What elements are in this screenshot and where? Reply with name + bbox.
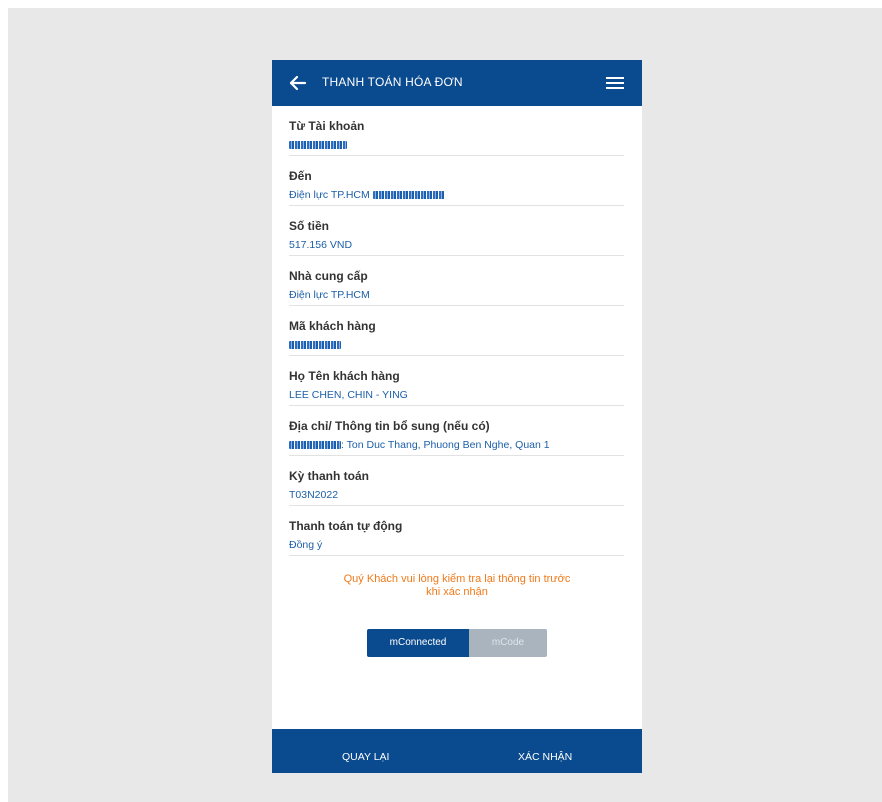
field-label: Đến [289, 169, 312, 183]
page-title: THANH TOÁN HÓA ĐƠN [322, 75, 463, 89]
mconnected-option[interactable]: mConnected [367, 629, 469, 657]
field-value [289, 339, 341, 351]
field-value: T03N2022 [289, 489, 339, 501]
masked-account-number [289, 141, 347, 149]
field-label: Số tiền [289, 219, 330, 233]
masked-customer-code [289, 341, 341, 349]
screenshot-frame: THANH TOÁN HÓA ĐƠN Từ Tài khoản Đến Điện… [8, 8, 882, 802]
field-value: 517.156 VND [289, 239, 353, 251]
field-from-account: Từ Tài khoản [289, 106, 624, 156]
notice-line: Quý Khách vui lòng kiểm tra lại thông ti… [343, 573, 571, 585]
action-bar: QUAY LẠI XÁC NHẬN [272, 729, 642, 773]
verification-notice: Quý Khách vui lòng kiểm tra lại thông ti… [292, 573, 622, 599]
field-label: Mã khách hàng [289, 319, 376, 333]
field-label: Họ Tên khách hàng [289, 369, 400, 383]
bill-details: Từ Tài khoản Đến Điện lực TP.HCM Số tiền… [272, 106, 642, 556]
field-value [289, 139, 347, 151]
provider-text: Điện lực TP.HCM [289, 189, 370, 201]
back-arrow-icon[interactable] [288, 73, 308, 93]
field-amount: Số tiền 517.156 VND [289, 206, 624, 256]
field-value: : Ton Duc Thang, Phuong Ben Nghe, Quan 1 [289, 439, 550, 451]
field-label: Thanh toán tự động [289, 519, 403, 533]
field-billing-period: Kỳ thanh toán T03N2022 [289, 456, 624, 506]
field-label: Địa chỉ/ Thông tin bổ sung (nếu có) [289, 419, 490, 433]
notice-line: khi xác nhận [426, 586, 488, 598]
field-provider: Nhà cung cấp Điện lực TP.HCM [289, 256, 624, 306]
field-value: Đồng ý [289, 539, 323, 551]
back-button[interactable]: QUAY LẠI [342, 729, 389, 773]
mcode-option[interactable]: mCode [469, 629, 547, 657]
field-value: Điện lực TP.HCM [289, 289, 370, 301]
field-customer-name: Họ Tên khách hàng LEE CHEN, CHIN - YING [289, 356, 624, 406]
field-value: LEE CHEN, CHIN - YING [289, 389, 408, 401]
address-text: : Ton Duc Thang, Phuong Ben Nghe, Quan 1 [341, 439, 550, 451]
field-label: Nhà cung cấp [289, 269, 368, 283]
field-customer-code: Mã khách hàng [289, 306, 624, 356]
app-header: THANH TOÁN HÓA ĐƠN [272, 60, 642, 106]
hamburger-menu-icon[interactable] [606, 75, 624, 91]
field-value: Điện lực TP.HCM [289, 189, 445, 201]
field-auto-payment: Thanh toán tự động Đồng ý [289, 506, 624, 556]
auth-method-toggle: mConnected mCode [367, 629, 547, 657]
field-to: Đến Điện lực TP.HCM [289, 156, 624, 206]
field-address: Địa chỉ/ Thông tin bổ sung (nếu có) : To… [289, 406, 624, 456]
masked-customer-code [372, 191, 445, 199]
field-label: Kỳ thanh toán [289, 469, 369, 483]
phone-screen: THANH TOÁN HÓA ĐƠN Từ Tài khoản Đến Điện… [272, 60, 642, 773]
confirm-button[interactable]: XÁC NHẬN [518, 729, 572, 773]
field-label: Từ Tài khoản [289, 119, 365, 133]
masked-customer-code [289, 441, 341, 449]
